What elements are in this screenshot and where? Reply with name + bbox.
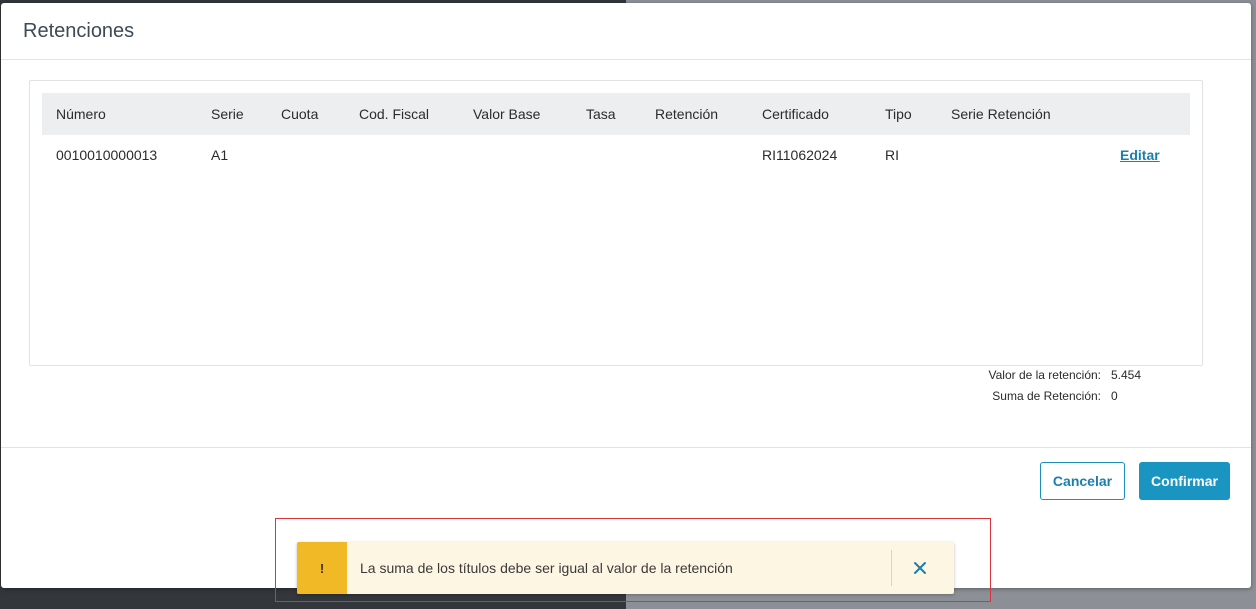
suma-retencion-value: 0 <box>1111 389 1118 403</box>
column-header-serie[interactable]: Serie <box>211 106 244 122</box>
table-row: 0010010000013 A1 RI11062024 RI Editar <box>42 135 1190 173</box>
warning-toast: ! La suma de los títulos debe ser igual … <box>297 542 954 594</box>
cell-numero: 0010010000013 <box>56 147 158 163</box>
cell-tipo: RI <box>885 147 899 163</box>
warning-icon: ! <box>297 542 347 594</box>
footer-divider <box>1 447 1251 448</box>
table-header-row: Número Serie Cuota Cod. Fiscal Valor Bas… <box>42 93 1190 135</box>
cancel-button[interactable]: Cancelar <box>1040 462 1125 500</box>
retenciones-dialog: Retenciones Número Serie Cuota Cod. Fisc… <box>1 3 1251 588</box>
confirm-button[interactable]: Confirmar <box>1139 462 1230 500</box>
column-header-tasa[interactable]: Tasa <box>586 106 616 122</box>
close-icon-glyph <box>914 562 926 574</box>
column-header-cuota[interactable]: Cuota <box>281 106 318 122</box>
column-header-serie-retencion[interactable]: Serie Retención <box>951 106 1051 122</box>
column-header-tipo[interactable]: Tipo <box>885 106 912 122</box>
edit-link[interactable]: Editar <box>1120 147 1160 163</box>
valor-retencion-label: Valor de la retención: <box>988 368 1101 382</box>
retenciones-table: Número Serie Cuota Cod. Fiscal Valor Bas… <box>29 80 1203 366</box>
toast-separator <box>891 550 892 586</box>
cell-certificado: RI11062024 <box>762 147 838 163</box>
column-header-valor-base[interactable]: Valor Base <box>473 106 540 122</box>
column-header-cod-fiscal[interactable]: Cod. Fiscal <box>359 106 429 122</box>
dialog-title: Retenciones <box>23 19 135 42</box>
column-header-certificado[interactable]: Certificado <box>762 106 829 122</box>
toast-message: La suma de los títulos debe ser igual al… <box>360 560 733 576</box>
valor-retencion-value: 5.454 <box>1111 368 1142 382</box>
close-icon[interactable] <box>908 556 932 580</box>
suma-retencion-label: Suma de Retención: <box>992 389 1101 403</box>
column-header-retencion[interactable]: Retención <box>655 106 718 122</box>
dialog-header: Retenciones <box>1 3 1251 60</box>
cell-serie: A1 <box>211 147 229 163</box>
column-header-numero[interactable]: Número <box>56 106 106 122</box>
